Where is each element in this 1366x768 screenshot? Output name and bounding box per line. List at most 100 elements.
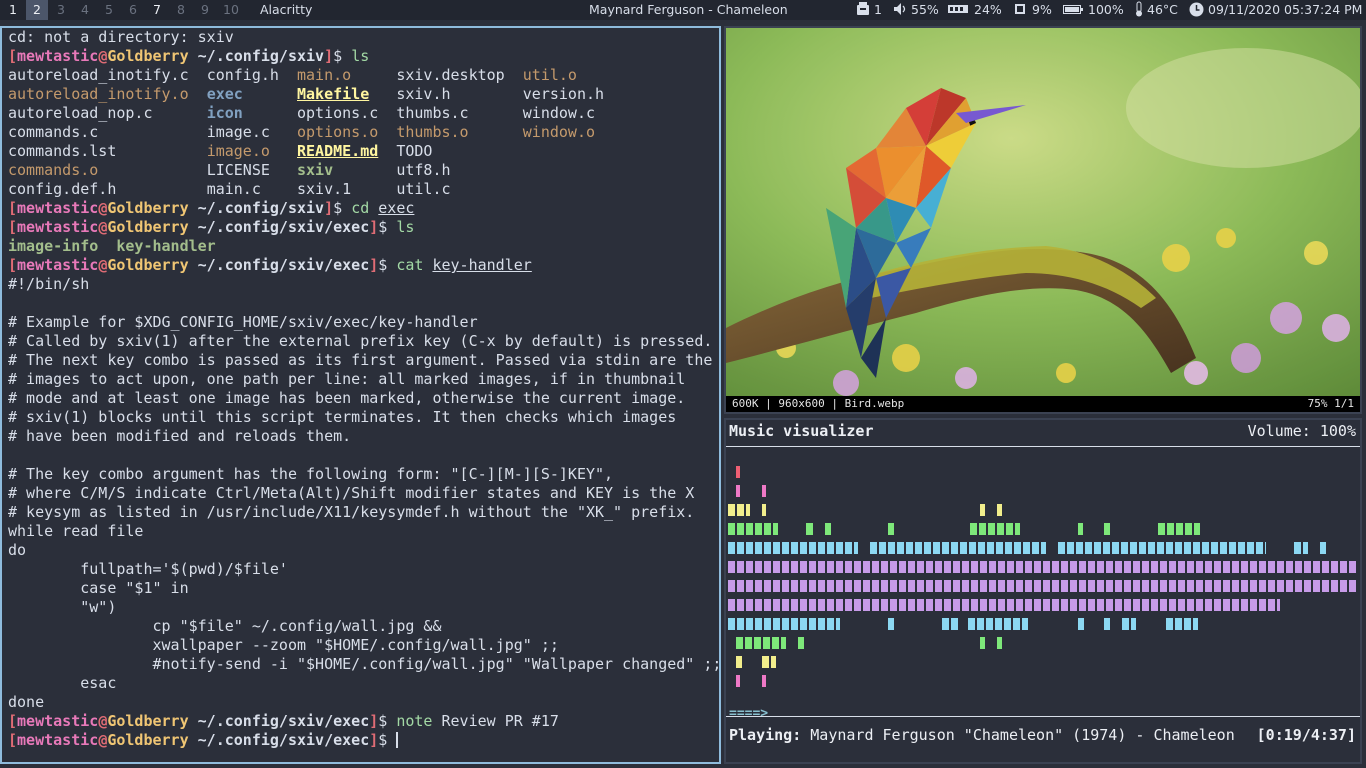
terminal-window[interactable]: cd: not a directory: sxiv [mewtastic@Gold… <box>0 26 721 764</box>
prompt-path: ~/.config/sxiv/exec <box>188 218 370 236</box>
temperature-icon <box>1134 0 1144 20</box>
ls-entry: sxiv.desktop <box>396 66 505 84</box>
ls-row: commands.o LICENSE sxiv utf8.h <box>8 161 719 180</box>
workspace-5[interactable]: 5 <box>98 0 120 20</box>
playing-track: Maynard Ferguson "Chameleon" (1974) - Ch… <box>810 726 1235 744</box>
spectrum-block <box>1320 542 1326 554</box>
datetime: 09/11/2020 05:37:24 PM <box>1208 2 1363 17</box>
command-line: [mewtastic@Goldberry ~/.config/sxiv]$ cd… <box>8 199 719 218</box>
text-cursor[interactable] <box>396 732 399 748</box>
prompt-host: Goldberry <box>107 47 189 65</box>
ls-entry: main.o <box>297 66 352 84</box>
prompt-bracket: [ <box>8 256 18 274</box>
ls-row: commands.c image.c options.o thumbs.o wi… <box>8 123 719 142</box>
playing-label: Playing: <box>729 726 802 744</box>
ls-entry: image.c <box>206 123 270 141</box>
prompt-user: mewtastic <box>17 731 99 749</box>
spectrum-block <box>762 504 766 516</box>
script-line: # mode and at least one image has been m… <box>8 389 719 408</box>
script-text: # images to act upon, one path per line:… <box>8 370 686 388</box>
ls-row: autoreload_inotify.c config.h main.o sxi… <box>8 66 719 85</box>
workspace-6[interactable]: 6 <box>122 0 144 20</box>
prompt-path: ~/.config/sxiv <box>188 199 325 217</box>
spectrum-block <box>806 523 813 535</box>
command-arg: key-handler <box>432 256 532 274</box>
image-viewer[interactable]: 600K | 960x600 | Bird.webp 75% 1/1 <box>724 26 1362 414</box>
workspace-10[interactable]: 10 <box>218 0 244 20</box>
workspace-7[interactable]: 7 <box>146 0 168 20</box>
temperature: 46°C <box>1147 2 1178 17</box>
workspace-2[interactable]: 2 <box>26 0 48 20</box>
spectrum-block <box>825 523 831 535</box>
bird-image <box>726 28 1360 396</box>
spectrum-block <box>1122 618 1136 630</box>
spectrum-block <box>728 523 778 535</box>
prompt-dollar: $ <box>333 47 352 65</box>
ls-entry: LICENSE <box>206 161 270 179</box>
prompt-host: Goldberry <box>107 731 189 749</box>
ls-entry: util.c <box>396 180 451 198</box>
workspace-4[interactable]: 4 <box>74 0 96 20</box>
workspace-3[interactable]: 3 <box>50 0 72 20</box>
prompt-at: @ <box>98 712 108 730</box>
command-arg: Review PR #17 <box>441 712 559 730</box>
spectrum-block <box>980 504 985 516</box>
spectrum-block <box>1078 618 1084 630</box>
workspace-8[interactable]: 8 <box>170 0 192 20</box>
spectrum-block <box>736 637 786 649</box>
script-text: esac <box>8 674 117 692</box>
spectrum-block <box>888 618 894 630</box>
music-visualizer[interactable]: Music visualizer Volume: 100% ====> Play… <box>724 418 1362 764</box>
command-line: [mewtastic@Goldberry ~/.config/sxiv/exec… <box>8 256 719 275</box>
script-line: # sxiv(1) blocks until this script termi… <box>8 408 719 427</box>
spectrum-block <box>1104 618 1110 630</box>
workspace-1[interactable]: 1 <box>2 0 24 20</box>
script-text: # The next key combo is passed as its fi… <box>8 351 713 369</box>
volume-icon <box>893 0 909 20</box>
script-text: #!/bin/sh <box>8 275 90 293</box>
script-line: cp "$file" ~/.config/wall.jpg && <box>8 617 719 636</box>
ls-entry: exec <box>206 85 243 103</box>
command-line: [mewtastic@Goldberry ~/.config/sxiv/exec… <box>8 218 719 237</box>
spectrum-block <box>798 637 804 649</box>
spectrum-block <box>762 485 766 497</box>
ls-entry: version.h <box>522 85 605 103</box>
prompt-bracket: ] <box>369 218 379 236</box>
script-line: # where C/M/S indicate Ctrl/Meta(Alt)/Sh… <box>8 484 719 503</box>
spectrum-block <box>1078 523 1083 535</box>
spectrum-block <box>997 504 1002 516</box>
spectrum-block <box>1166 618 1198 630</box>
spectrum-block <box>728 504 750 516</box>
terminal-output: cd: not a directory: sxiv [mewtastic@Gold… <box>8 28 719 750</box>
workspace-9[interactable]: 9 <box>194 0 216 20</box>
prompt-bracket: [ <box>8 47 18 65</box>
script-text: # keysym as listed in /usr/include/X11/k… <box>8 503 695 521</box>
ls-entry: sxiv.1 <box>297 180 352 198</box>
ls-row: image-info key-handler <box>8 237 719 256</box>
prompt-user: mewtastic <box>17 199 99 217</box>
ls-entry: commands.o <box>8 161 99 179</box>
prompt-user: mewtastic <box>17 47 99 65</box>
progress-indicator: ====> <box>729 706 769 721</box>
ls-entry: TODO <box>396 142 433 160</box>
script-line: # keysym as listed in /usr/include/X11/k… <box>8 503 719 522</box>
memory-usage: 24% <box>974 2 1002 17</box>
now-playing-line: Playing: Maynard Ferguson "Chameleon" (1… <box>729 726 1235 744</box>
spectrum-block <box>997 637 1002 649</box>
script-line: "w") <box>8 598 719 617</box>
image-info-right: 75% 1/1 <box>1307 397 1354 410</box>
ls-entry: util.o <box>522 66 577 84</box>
prompt-bracket: ] <box>369 712 379 730</box>
command: ls <box>351 47 370 65</box>
script-text: cp "$file" ~/.config/wall.jpg && <box>8 617 442 635</box>
